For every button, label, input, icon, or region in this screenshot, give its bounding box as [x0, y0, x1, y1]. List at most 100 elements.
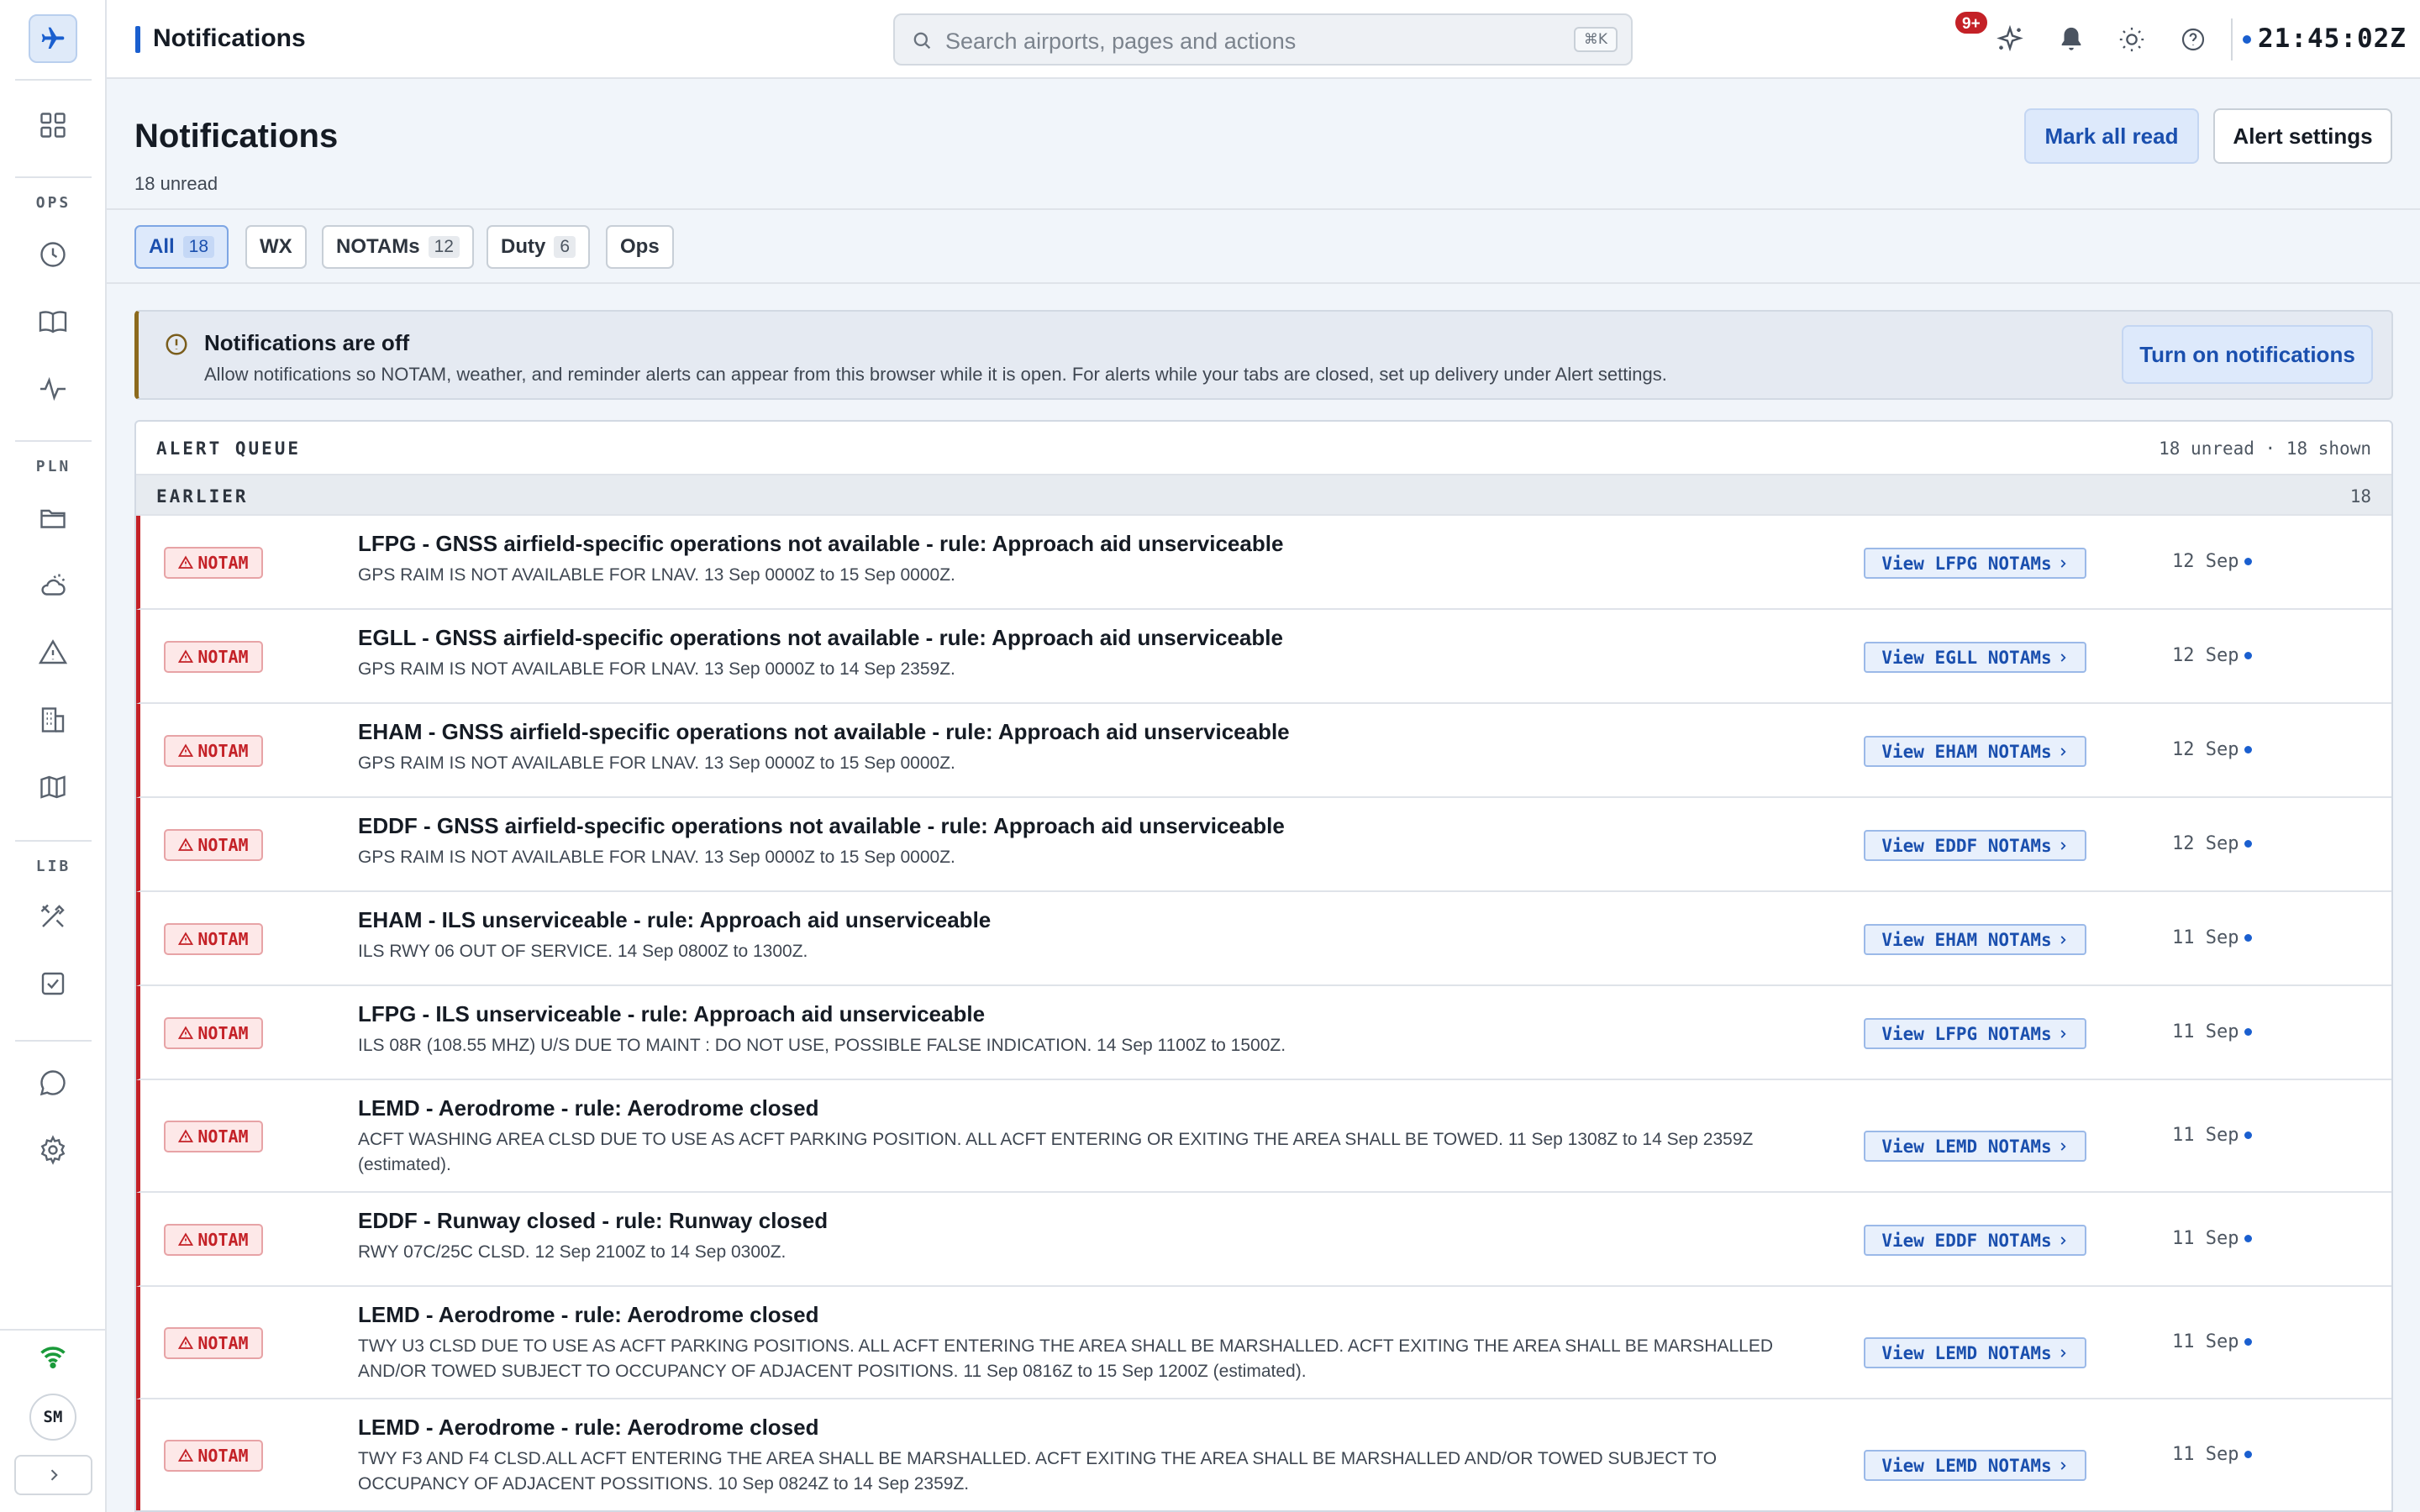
view-notams-link[interactable]: View LFPG NOTAMs: [1864, 548, 2086, 579]
section-count: 18: [2349, 486, 2371, 507]
notification-date: 12 Sep: [2172, 833, 2239, 854]
sidebar: OPS PLN LIB SM: [0, 0, 107, 1512]
notification-title: LEMD - Aerodrome - rule: Aerodrome close…: [358, 1415, 819, 1440]
tab-count: 18: [182, 236, 215, 258]
tag-label: NOTAM: [197, 1446, 249, 1466]
sparkles-icon[interactable]: [1991, 20, 2029, 59]
unread-count: 18 unread: [134, 173, 218, 194]
warning-icon: [178, 743, 194, 757]
chevron-right-icon: [2060, 1348, 2066, 1357]
activity-icon[interactable]: [32, 368, 74, 410]
tag-label: NOTAM: [197, 1333, 249, 1353]
tab-count: 6: [554, 236, 576, 258]
unread-dot: [2244, 1028, 2252, 1036]
building-icon[interactable]: [32, 699, 74, 741]
alert-settings-button[interactable]: Alert settings: [2213, 108, 2392, 164]
map-icon[interactable]: [32, 766, 74, 808]
tab-label: All: [149, 235, 175, 258]
chevron-right-icon: [2060, 653, 2066, 662]
tools-icon[interactable]: [32, 895, 74, 937]
view-notams-link[interactable]: View EGLL NOTAMs: [1864, 642, 2086, 673]
tab-notams[interactable]: NOTAMs 12: [322, 225, 474, 269]
tab-wx[interactable]: WX: [245, 225, 307, 269]
view-notams-link[interactable]: View LEMD NOTAMs: [1864, 1131, 2086, 1162]
view-notams-link[interactable]: View LFPG NOTAMs: [1864, 1018, 2086, 1049]
link-label: View LFPG NOTAMs: [1881, 1023, 2052, 1044]
notam-tag: NOTAM: [164, 547, 263, 579]
notification-row[interactable]: NOTAM EDDF - Runway closed - rule: Runway…: [136, 1193, 2391, 1287]
checklist-icon[interactable]: [32, 963, 74, 1005]
warning-icon: [178, 837, 194, 851]
notification-row[interactable]: NOTAM EDDF - GNSS airfield-specific opera…: [136, 798, 2391, 892]
tag-label: NOTAM: [197, 835, 249, 855]
notam-tag: NOTAM: [164, 735, 263, 767]
sun-icon[interactable]: [2112, 20, 2151, 59]
help-icon[interactable]: [2174, 20, 2212, 59]
airplane-logo-icon[interactable]: [29, 14, 77, 63]
tab-label: WX: [260, 235, 292, 258]
unread-dot: [2244, 1131, 2252, 1139]
view-notams-link[interactable]: View EDDF NOTAMs: [1864, 830, 2086, 861]
notification-row[interactable]: NOTAM EGLL - GNSS airfield-specific opera…: [136, 610, 2391, 704]
tab-ops[interactable]: Ops: [606, 225, 674, 269]
warning-icon: [178, 932, 194, 945]
avatar[interactable]: SM: [29, 1394, 76, 1441]
notification-description: ILS RWY 06 OUT OF SERVICE. 14 Sep 0800Z …: [358, 942, 808, 961]
search-input[interactable]: Search airports, pages and actions ⌘K: [893, 13, 1633, 66]
expand-sidebar-button[interactable]: [14, 1455, 92, 1495]
notification-title: LEMD - Aerodrome - rule: Aerodrome close…: [358, 1095, 819, 1121]
notam-tag: NOTAM: [164, 641, 263, 673]
view-notams-link[interactable]: View LEMD NOTAMs: [1864, 1450, 2086, 1481]
warning-icon: [178, 1336, 194, 1349]
notification-row[interactable]: NOTAM EHAM - GNSS airfield-specific opera…: [136, 704, 2391, 798]
cloud-sun-icon[interactable]: [32, 564, 74, 606]
notification-count-badge: 9+: [1954, 10, 1989, 35]
group-label-ops: OPS: [35, 194, 71, 212]
search-placeholder: Search airports, pages and actions: [945, 29, 1297, 54]
unread-dot: [2244, 934, 2252, 942]
warning-triangle-icon[interactable]: [32, 632, 74, 674]
notification-row[interactable]: NOTAM LEMD - Aerodrome - rule: Aerodrome …: [136, 1399, 2391, 1510]
tab-all[interactable]: All 18: [134, 225, 229, 269]
notification-title: EHAM - GNSS airfield-specific operations…: [358, 719, 1290, 744]
mark-all-read-button[interactable]: Mark all read: [2024, 108, 2199, 164]
turn-on-notifications-button[interactable]: Turn on notifications: [2122, 325, 2373, 384]
clock-icon[interactable]: [32, 234, 74, 276]
dashboard-grid-icon[interactable]: [32, 104, 74, 146]
tag-label: NOTAM: [197, 1230, 249, 1250]
notification-date: 11 Sep: [2172, 1021, 2239, 1042]
notification-row[interactable]: NOTAM LEMD - Aerodrome - rule: Aerodrome …: [136, 1287, 2391, 1399]
view-notams-link[interactable]: View EDDF NOTAMs: [1864, 1225, 2086, 1256]
notification-row[interactable]: NOTAM EHAM - ILS unserviceable - rule: Ap…: [136, 892, 2391, 986]
book-icon[interactable]: [32, 301, 74, 343]
view-notams-link[interactable]: View LEMD NOTAMs: [1864, 1337, 2086, 1368]
settings-gear-icon[interactable]: [32, 1129, 74, 1171]
link-label: View LEMD NOTAMs: [1881, 1455, 2052, 1476]
view-notams-link[interactable]: View EHAM NOTAMs: [1864, 736, 2086, 767]
tab-label: NOTAMs: [336, 235, 420, 258]
notam-tag: NOTAM: [164, 1121, 263, 1152]
bell-icon[interactable]: [2052, 20, 2091, 59]
notification-row[interactable]: NOTAM LEMD - Aerodrome - rule: Aerodrome …: [136, 1080, 2391, 1193]
notam-tag: NOTAM: [164, 1017, 263, 1049]
notification-title: LFPG - GNSS airfield-specific operations…: [358, 531, 1284, 556]
notification-date: 12 Sep: [2172, 645, 2239, 666]
notam-tag: NOTAM: [164, 829, 263, 861]
search-icon: [910, 29, 934, 56]
link-label: View EHAM NOTAMs: [1881, 741, 2052, 762]
topbar-title: Notifications: [153, 24, 306, 52]
tab-duty[interactable]: Duty 6: [487, 225, 591, 269]
notification-row[interactable]: NOTAM LFPG - ILS unserviceable - rule: Ap…: [136, 986, 2391, 1080]
folder-icon[interactable]: [32, 497, 74, 539]
chevron-right-icon: [2060, 1461, 2066, 1470]
notification-title: EDDF - GNSS airfield-specific operations…: [358, 813, 1285, 838]
link-label: View LEMD NOTAMs: [1881, 1342, 2052, 1363]
unread-dot: [2244, 840, 2252, 848]
notification-row[interactable]: NOTAM LFPG - GNSS airfield-specific opera…: [136, 516, 2391, 610]
notification-description: GPS RAIM IS NOT AVAILABLE FOR LNAV. 13 S…: [358, 659, 955, 679]
chat-icon[interactable]: [32, 1062, 74, 1104]
link-label: View EGLL NOTAMs: [1881, 647, 2052, 668]
notam-tag: NOTAM: [164, 1327, 263, 1359]
unread-dot: [2244, 1338, 2252, 1346]
view-notams-link[interactable]: View EHAM NOTAMs: [1864, 924, 2086, 955]
